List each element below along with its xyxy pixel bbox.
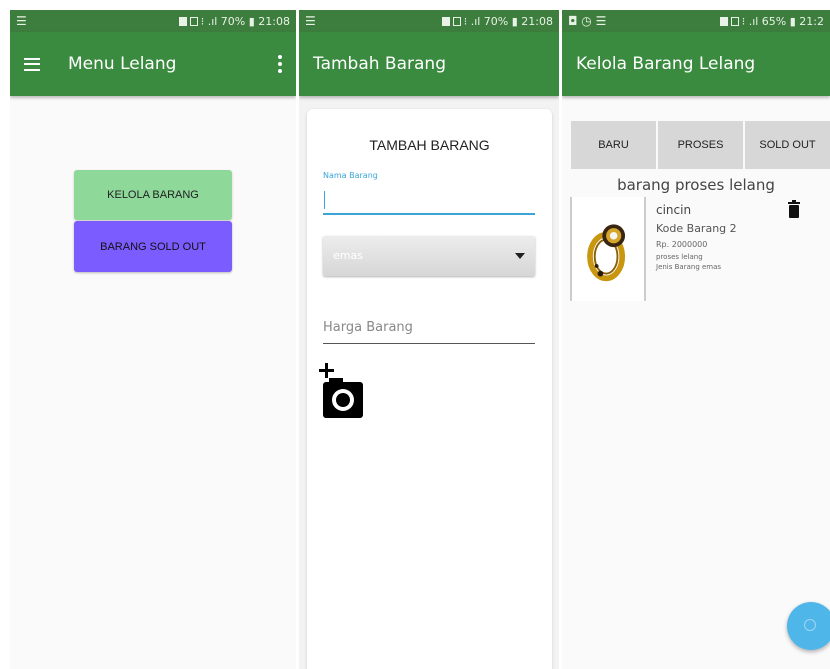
add-button[interactable] <box>787 602 830 650</box>
status-text: ⁝ .ıl 65% ▮ 21:2 <box>741 14 824 28</box>
item-harga: Rp. 2000000 <box>656 240 708 249</box>
screen-menu-lelang: ☰ ⁝ .ıl 70% ▮ 21:08 Menu Lelang KELOLA B… <box>10 10 296 669</box>
sim-icon <box>441 16 450 26</box>
notification-icons: ◘ ◷ ☰ <box>568 14 607 28</box>
tab-sold-out[interactable]: SOLD OUT <box>745 121 830 169</box>
tab-proses[interactable]: PROSES <box>658 121 743 169</box>
barang-sold-out-button[interactable]: BARANG SOLD OUT <box>74 221 232 272</box>
app-bar-title: Menu Lelang <box>68 54 177 74</box>
jenis-barang-value: emas <box>333 249 363 262</box>
kelola-barang-button[interactable]: KELOLA BARANG <box>74 170 232 220</box>
item-name: cincin <box>656 203 692 217</box>
notification-icon: ☰ <box>16 14 27 28</box>
ring-photo <box>587 224 626 282</box>
status-bar: ☰ ⁝ .ıl 70% ▮ 21:08 <box>299 10 559 32</box>
tab-baru[interactable]: BARU <box>571 121 656 169</box>
item-thumbnail <box>570 197 646 301</box>
menu-icon[interactable] <box>24 57 40 71</box>
notification-icon: ☰ <box>305 14 316 28</box>
status-text: ⁝ .ıl 70% ▮ 21:08 <box>463 14 553 28</box>
form-heading: TAMBAH BARANG <box>369 137 490 153</box>
app-bar: Kelola Barang Lelang <box>562 32 830 96</box>
image-icon <box>189 16 198 26</box>
status-indicators: ⁝ .ıl 70% ▮ 21:08 <box>441 14 553 28</box>
jenis-barang-select[interactable]: emas <box>323 236 535 276</box>
more-vert-icon[interactable] <box>278 55 282 73</box>
text-cursor <box>324 191 325 209</box>
harga-barang-input[interactable]: Harga Barang <box>323 314 535 344</box>
item-jenis: Jenis Barang emas <box>656 263 722 271</box>
nama-barang-input[interactable] <box>323 185 535 215</box>
nama-barang-label: Nama Barang <box>323 171 378 180</box>
image-icon <box>730 16 739 26</box>
item-kode: Kode Barang 2 <box>656 222 737 235</box>
status-bar: ◘ ◷ ☰ ⁝ .ıl 65% ▮ 21:2 <box>562 10 830 32</box>
form-card: TAMBAH BARANG Nama Barang emas Harga Bar… <box>307 109 552 669</box>
status-text: ⁝ .ıl 70% ▮ 21:08 <box>200 14 290 28</box>
app-bar-title: Kelola Barang Lelang <box>576 54 756 74</box>
status-indicators: ⁝ .ıl 65% ▮ 21:2 <box>719 14 824 28</box>
list-item[interactable]: cincin Kode Barang 2 Rp. 2000000 proses … <box>570 197 820 301</box>
screen-kelola-barang-lelang: ◘ ◷ ☰ ⁝ .ıl 65% ▮ 21:2 Kelola Barang Lel… <box>562 10 830 669</box>
status-tabs: BARU PROSES SOLD OUT <box>571 121 830 169</box>
trash-icon[interactable] <box>788 200 800 218</box>
app-bar: Tambah Barang <box>299 32 559 96</box>
add-photo-icon[interactable] <box>319 360 367 420</box>
dropdown-arrow-icon <box>515 253 525 259</box>
app-bar-title: Tambah Barang <box>313 54 446 74</box>
sim-icon <box>178 16 187 26</box>
sim-icon <box>719 16 728 26</box>
screen-tambah-barang: ☰ ⁝ .ıl 70% ▮ 21:08 Tambah Barang TAMBAH… <box>299 10 559 669</box>
add-icon <box>804 619 816 631</box>
section-title: barang proses lelang <box>617 176 775 194</box>
status-bar: ☰ ⁝ .ıl 70% ▮ 21:08 <box>10 10 296 32</box>
status-indicators: ⁝ .ıl 70% ▮ 21:08 <box>178 14 290 28</box>
app-bar: Menu Lelang <box>10 32 296 96</box>
item-status: proses lelang <box>656 253 703 261</box>
harga-barang-placeholder: Harga Barang <box>323 320 413 335</box>
image-icon <box>452 16 461 26</box>
